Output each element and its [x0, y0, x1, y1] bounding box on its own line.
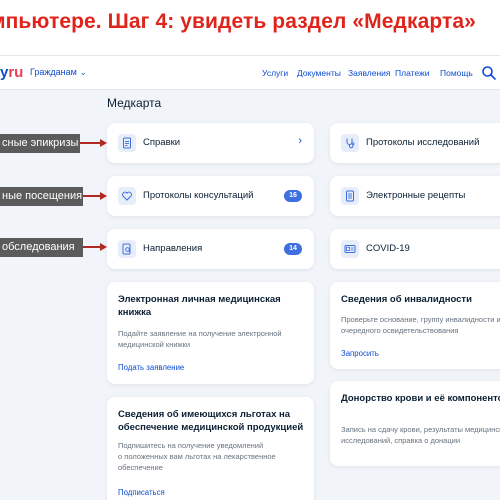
top-navigation-bar: уru Гражданам ⌄ Услуги Документы Заявлени… — [0, 56, 500, 90]
arrow-head-icon — [100, 192, 107, 200]
prescription-icon — [341, 187, 359, 205]
gosuslugi-window: уru Гражданам ⌄ Услуги Документы Заявлени… — [0, 55, 500, 500]
callout-label: сные эпикризы — [0, 134, 80, 153]
search-icon[interactable] — [481, 65, 497, 81]
search-document-icon — [118, 240, 136, 258]
nav-documents[interactable]: Документы — [297, 68, 341, 78]
audience-label: Гражданам — [30, 67, 77, 77]
card-desc-line: Подпишитесь на получение уведомлений — [118, 441, 264, 450]
tile-referrals[interactable]: Направления 14 — [107, 229, 314, 269]
annotation-arrow — [80, 142, 100, 144]
card-title: Сведения об инвалидности — [341, 294, 472, 305]
logo[interactable]: уru — [0, 64, 23, 81]
tile-covid[interactable]: COVID-19 — [330, 229, 500, 269]
annotation-arrow — [83, 195, 100, 197]
tile-label: COVID-19 — [366, 243, 410, 254]
card-title-line: Электронная личная медицинская — [118, 294, 281, 305]
chevron-down-icon: ⌄ — [79, 68, 87, 77]
card-desc-line: медицинской книжки — [118, 339, 191, 349]
card-description: Проверьте основание, группу инвалидности… — [341, 315, 500, 337]
page-title: Медкарта — [107, 96, 162, 110]
count-badge: 14 — [284, 243, 302, 255]
chevron-right-icon: › — [298, 135, 302, 147]
card-desc-line: очередного освидетельствования — [341, 325, 459, 335]
card-description: Запись на сдачу крови, результаты медици… — [341, 425, 500, 447]
card-disability: Сведения об инвалидности Проверьте основ… — [330, 282, 500, 369]
stethoscope-icon — [341, 134, 359, 152]
card-desc-line: обеспечение — [118, 462, 163, 472]
tile-e-prescriptions[interactable]: Электронные рецепты — [330, 176, 500, 216]
card-description: Подайте заявление на получение электронн… — [118, 329, 282, 351]
card-desc-line: исследований, справка о донации — [341, 435, 461, 445]
audience-dropdown[interactable]: Гражданам ⌄ — [30, 67, 87, 77]
tile-research-protocols[interactable]: Протоколы исследований — [330, 123, 500, 163]
tile-label: Протоколы консультаций — [143, 190, 254, 201]
nav-payments[interactable]: Платежи — [395, 68, 429, 78]
card-title-line: обеспечение медицинской продукцией — [118, 421, 304, 433]
annotation-arrow — [83, 246, 100, 248]
subscribe-link[interactable]: Подписаться — [118, 488, 165, 497]
id-card-icon — [341, 240, 359, 258]
card-desc-line: Подайте заявление на получение электронн… — [118, 329, 282, 338]
card-description: Подпишитесь на получение уведомлений о по… — [118, 441, 276, 474]
document-icon — [118, 134, 136, 152]
logo-part-red: ru — [8, 64, 24, 81]
tile-consultation-protocols[interactable]: Протоколы консультаций 16 — [107, 176, 314, 216]
tile-certificates[interactable]: Справки › — [107, 123, 314, 163]
tile-label: Справки — [143, 137, 181, 148]
nav-services[interactable]: Услуги — [262, 68, 288, 78]
arrow-head-icon — [100, 243, 107, 251]
callout-label: обследования — [0, 238, 83, 257]
card-title-line: книжка — [118, 306, 152, 318]
card-title: Сведения об имеющихся льготах на обеспече… — [118, 409, 303, 435]
tile-label: Направления — [143, 243, 203, 254]
card-desc-line: Запись на сдачу крови, результаты медици… — [341, 425, 500, 434]
card-benefits: Сведения об имеющихся льготах на обеспече… — [107, 397, 314, 500]
card-title: Электронная личная медицинская книжка — [118, 294, 281, 320]
tile-label: Протоколы исследований — [366, 137, 480, 148]
card-blood-donation: Донорство крови и её компонентов Запись … — [330, 381, 500, 466]
card-desc-line: о положенных вам льготах на лекарственно… — [118, 451, 276, 461]
nav-applications[interactable]: Заявления — [348, 68, 391, 78]
callout-label: ные посещения — [0, 187, 83, 206]
request-link[interactable]: Запросить — [341, 349, 379, 358]
card-desc-line: Проверьте основание, группу инвалидности… — [341, 315, 500, 324]
card-title: Донорство крови и её компонентов — [341, 393, 500, 404]
slide-title: мпьютере. Шаг 4: увидеть раздел «Медкарт… — [0, 10, 476, 33]
submit-application-link[interactable]: Подать заявление — [118, 363, 184, 372]
tile-label: Электронные рецепты — [366, 190, 466, 201]
card-title-line: Сведения об имеющихся льготах на — [118, 409, 291, 420]
count-badge: 16 — [284, 190, 302, 202]
nav-help[interactable]: Помощь — [440, 68, 473, 78]
card-medical-book: Электронная личная медицинская книжка Под… — [107, 282, 314, 384]
arrow-head-icon — [100, 139, 107, 147]
heart-icon — [118, 187, 136, 205]
